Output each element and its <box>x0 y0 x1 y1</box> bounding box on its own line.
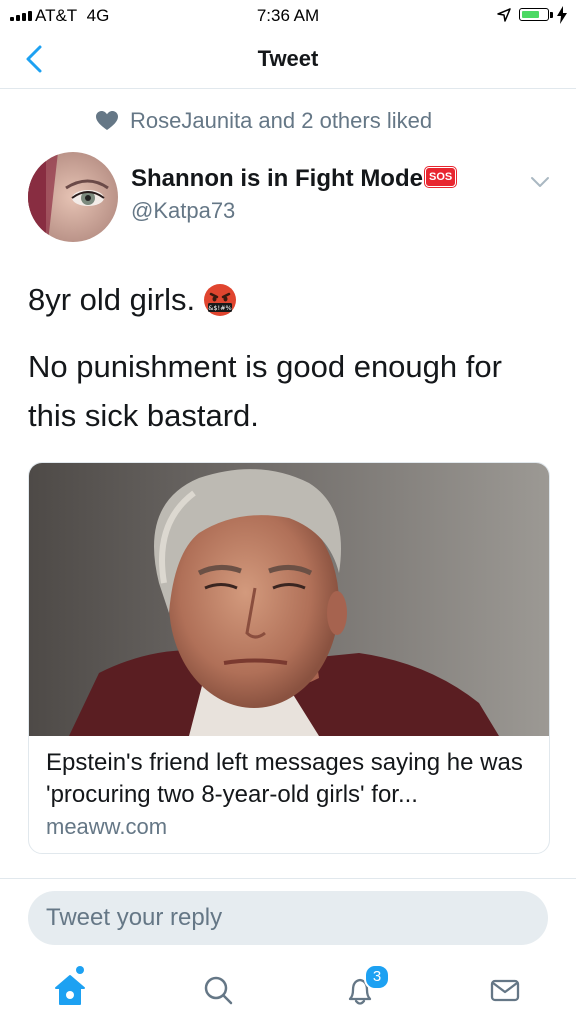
search-icon <box>204 976 233 1005</box>
battery-level-fill <box>522 11 539 18</box>
tweet-text-line2: No punishment is good enough for this si… <box>28 349 502 433</box>
status-time: 7:36 AM <box>256 6 320 25</box>
page-title: Tweet <box>257 46 319 71</box>
chevron-down-icon[interactable] <box>530 176 550 188</box>
status-bar: AT&T 4G 7:36 AM <box>0 0 576 30</box>
charging-bolt-icon <box>557 6 567 24</box>
sos-emoji-icon: SOS <box>424 166 457 187</box>
tab-messages[interactable] <box>485 970 525 1010</box>
reply-input[interactable]: Tweet your reply <box>28 891 548 945</box>
avatar[interactable] <box>28 152 118 242</box>
battery-tip <box>550 12 553 18</box>
author-display-name: Shannon is in Fight Mode <box>131 165 423 192</box>
battery-icon <box>519 8 549 21</box>
face-with-symbols-icon: &$!#% <box>204 284 237 316</box>
home-new-indicator <box>76 966 84 974</box>
author-name[interactable]: Shannon is in Fight Mode SOS <box>131 165 457 193</box>
heart-icon <box>96 111 118 130</box>
card-title: Epstein's friend left messages saying he… <box>46 749 523 808</box>
messages-icon <box>490 979 520 1002</box>
tweet-text-first: 8yr old girls. <box>28 282 196 317</box>
notifications-badge: 3 <box>364 964 390 990</box>
home-icon <box>55 975 85 1005</box>
tweet-text-line1: 8yr old girls. &$!#% <box>28 282 237 318</box>
nav-bar: Tweet <box>0 30 576 89</box>
card-image <box>29 463 549 736</box>
tab-search[interactable] <box>198 970 238 1010</box>
card-text: Epstein's friend left messages saying he… <box>46 747 536 840</box>
card-domain: meaww.com <box>46 814 168 839</box>
liked-by-text: RoseJaunita and 2 others liked <box>130 108 433 133</box>
tab-bar: 3 <box>0 956 576 1024</box>
tab-home[interactable] <box>50 966 90 1010</box>
svg-text:&$!#%: &$!#% <box>208 304 231 312</box>
tab-notifications[interactable]: 3 <box>340 964 390 1010</box>
divider <box>0 878 576 879</box>
author-handle[interactable]: @Katpa73 <box>131 198 235 224</box>
social-context[interactable]: RoseJaunita and 2 others liked <box>96 108 432 134</box>
link-card[interactable]: Epstein's friend left messages saying he… <box>28 462 550 854</box>
location-icon <box>497 8 511 22</box>
